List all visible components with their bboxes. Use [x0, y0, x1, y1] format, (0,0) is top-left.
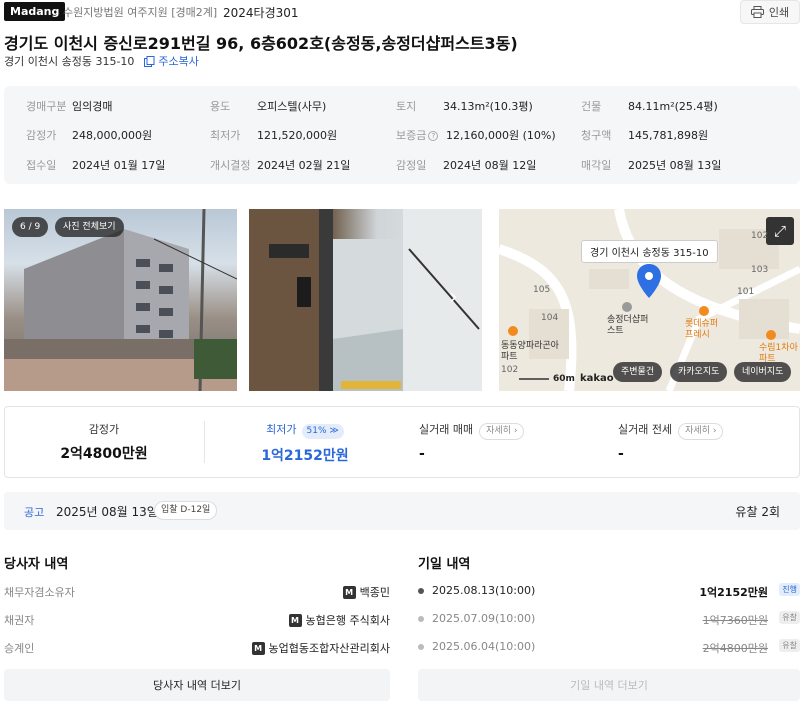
map-label-block-102b: 102	[501, 365, 519, 375]
masked-name-icon: M	[251, 641, 265, 655]
print-button[interactable]: 인쇄	[740, 0, 800, 24]
printer-icon	[750, 6, 764, 18]
info-start-decision: 개시결정 2024년 02월 21일	[210, 159, 351, 172]
info-min-price: 최저가 121,520,000원	[210, 129, 338, 142]
lot-address-row: 경기 이천시 송정동 315-10 주소복사	[4, 53, 199, 69]
photo-building-exterior[interactable]: 6 / 9 사진 전체보기	[4, 209, 237, 391]
info-received: 접수일 2024년 01월 17일	[26, 159, 166, 172]
location-map[interactable]: 경기 이천시 송정동 315-10 ⤢ 105 104 103 102 101 …	[499, 209, 800, 391]
photo-entrance[interactable]: ›	[249, 209, 482, 391]
print-label: 인쇄	[768, 6, 790, 19]
naver-map-button[interactable]: 네이버지도	[734, 362, 792, 382]
info-sale-date: 매각일 2025년 08월 13일	[581, 159, 722, 172]
info-building: 건물 84.11m²(25.4평)	[581, 100, 718, 113]
map-place-songjeong: 송정더샵퍼스트	[607, 315, 649, 336]
notice-date: 2025년 08월 13일	[56, 505, 158, 519]
map-scale: 60m	[553, 374, 575, 384]
notice-label: 공고	[24, 506, 45, 519]
map-label-block-104: 104	[541, 313, 559, 323]
top-bar: Madang 수원지방법원 여주지원 [경매2계] 2024타경301 인쇄	[0, 0, 800, 26]
party-row: 채권자 M 농협은행 주식회사	[4, 613, 390, 627]
nearby-properties-button[interactable]: 주변물건	[613, 362, 663, 382]
status-badge: 진행	[779, 583, 800, 596]
masked-name-icon: M	[342, 585, 356, 599]
min-price-percent-badge: 51% ≫	[301, 424, 344, 439]
history-title: 기일 내역	[418, 557, 471, 572]
copy-icon	[144, 55, 155, 67]
info-auction-type: 경매구분 임의경매	[26, 100, 113, 113]
price-minimum: 최저가 51% ≫ 1억2152만원	[261, 423, 349, 464]
map-label-block-102: 102	[751, 231, 769, 241]
map-expand-button[interactable]: ⤢	[766, 217, 794, 245]
lot-address: 경기 이천시 송정동 315-10	[4, 55, 135, 68]
parties-more-button[interactable]: 당사자 내역 더보기	[4, 669, 390, 701]
info-claim: 청구액 145,781,898원	[581, 129, 709, 142]
madang-logo: Madang	[4, 2, 66, 21]
chevron-right-icon[interactable]: ›	[449, 285, 458, 310]
history-more-button[interactable]: 기일 내역 더보기	[418, 669, 800, 701]
map-place-dongyang: 동동양파라곤아파트	[501, 341, 559, 362]
price-sale-trade: 실거래 매매 자세히 › -	[419, 421, 599, 462]
case-number: 2024타경301	[223, 6, 299, 20]
map-label-block-105: 105	[533, 285, 551, 295]
expand-icon: ⤢	[773, 222, 786, 240]
map-label-block-103: 103	[751, 265, 769, 275]
info-land: 토지 34.13m²(10.3평)	[396, 100, 533, 113]
info-usage: 용도 오피스텔(사무)	[210, 100, 327, 113]
fail-count: 유찰 2회	[735, 505, 780, 519]
photo-counter: 6 / 9	[12, 217, 49, 237]
bid-dday-badge: 입찰 D-12일	[154, 501, 218, 520]
price-summary: 감정가 2억4800만원 최저가 51% ≫ 1억2152만원 실거래 매매 자세히…	[4, 406, 800, 478]
map-address-tooltip: 경기 이천시 송정동 315-10	[581, 240, 718, 263]
map-place-lotte-super: 롯데슈퍼프레시	[685, 319, 719, 340]
price-jeonse-trade: 실거래 전세 자세히 › -	[618, 421, 798, 462]
status-badge: 유찰	[779, 639, 800, 652]
notice-bar: 공고 2025년 08월 13일 입찰 D-12일 유찰 2회	[4, 492, 800, 530]
entrance-image	[249, 209, 482, 391]
copy-address-label: 주소복사	[158, 55, 199, 68]
party-row: 채무자겸소유자 M 백종민	[4, 585, 390, 599]
info-deposit: 보증금? 12,160,000원 (10%)	[396, 129, 556, 142]
sale-trade-detail-button[interactable]: 자세히 ›	[479, 423, 525, 440]
info-appraisal: 감정가 248,000,000원	[26, 129, 153, 142]
property-info-box: 경매구분 임의경매 용도 오피스텔(사무) 토지 34.13m²(10.3평) 건물 8…	[4, 86, 800, 184]
info-appraisal-date: 감정일 2024년 08월 12일	[396, 159, 537, 172]
court-name: 수원지방법원 여주지원 [경매2계]	[63, 6, 218, 19]
help-icon[interactable]: ?	[428, 131, 439, 141]
view-all-photos-button[interactable]: 사진 전체보기	[55, 217, 124, 237]
copy-address-button[interactable]: 주소복사	[144, 53, 199, 69]
jeonse-trade-detail-button[interactable]: 자세히 ›	[678, 423, 724, 440]
chevron-double-down-icon: ≫	[329, 426, 339, 436]
kakao-logo: kakao	[580, 373, 614, 384]
masked-name-icon: M	[288, 613, 302, 627]
price-appraisal: 감정가 2억4800만원	[60, 423, 148, 462]
status-badge: 유찰	[779, 611, 800, 624]
kakao-map-button[interactable]: 카카오지도	[670, 362, 728, 382]
party-row: 승계인 M 농업협동조합자산관리회사	[4, 641, 390, 655]
map-label-block-101: 101	[737, 287, 755, 297]
parties-title: 당사자 내역	[4, 557, 69, 572]
property-title: 경기도 이천시 증신로291번길 96, 6층602호(송정동,송정더샵퍼스트3…	[4, 34, 518, 53]
